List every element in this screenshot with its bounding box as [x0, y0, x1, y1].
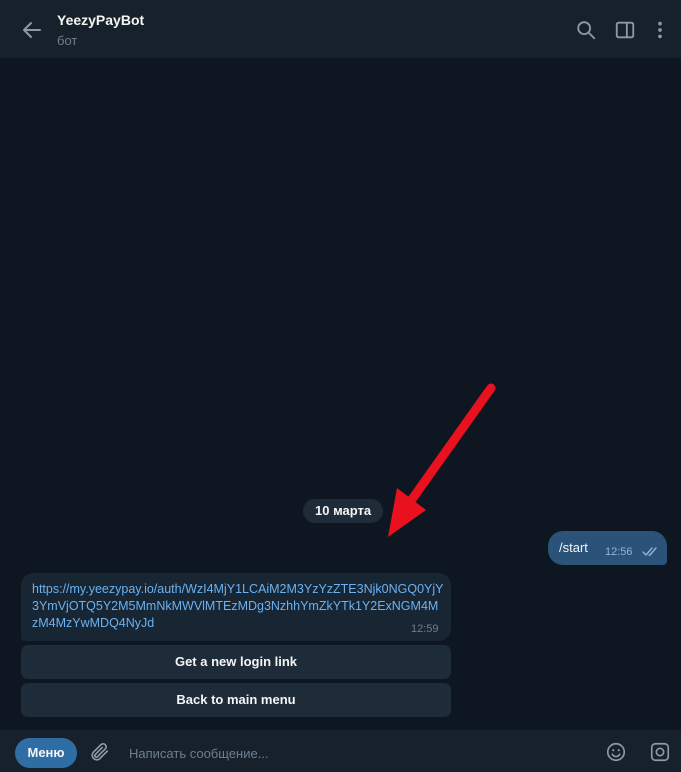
chat-title[interactable]: YeezyPayBot — [57, 12, 144, 28]
bot-menu-button[interactable]: Меню — [15, 738, 77, 768]
chat-header: YeezyPayBot бот — [0, 0, 681, 59]
get-new-login-link-button[interactable]: Get a new login link — [21, 645, 451, 679]
message-input[interactable] — [127, 741, 571, 765]
incoming-message-time: 12:59 — [411, 623, 439, 635]
outgoing-message-time: 12:56 — [605, 546, 633, 558]
chat-subtitle: бот — [57, 33, 78, 48]
more-vertical-icon[interactable] — [649, 19, 671, 41]
video-message-icon[interactable] — [649, 741, 671, 763]
paperclip-icon[interactable] — [89, 741, 111, 763]
sidebar-toggle-icon[interactable] — [614, 19, 636, 41]
back-arrow-icon[interactable] — [20, 18, 44, 42]
incoming-message[interactable]: https://my.yeezypay.io/auth/WzI4MjY1LCAi… — [21, 573, 451, 641]
outgoing-message-text: /start — [559, 540, 588, 555]
back-to-main-menu-button[interactable]: Back to main menu — [21, 683, 451, 717]
message-composer: Меню — [0, 729, 681, 772]
auth-link[interactable]: https://my.yeezypay.io/auth/WzI4MjY1LCAi… — [32, 581, 444, 632]
search-icon[interactable] — [575, 19, 597, 41]
date-separator: 10 марта — [303, 499, 384, 523]
emoji-icon[interactable] — [605, 741, 627, 763]
outgoing-message[interactable]: /start 12:56 — [548, 531, 667, 565]
double-check-icon — [642, 547, 657, 556]
